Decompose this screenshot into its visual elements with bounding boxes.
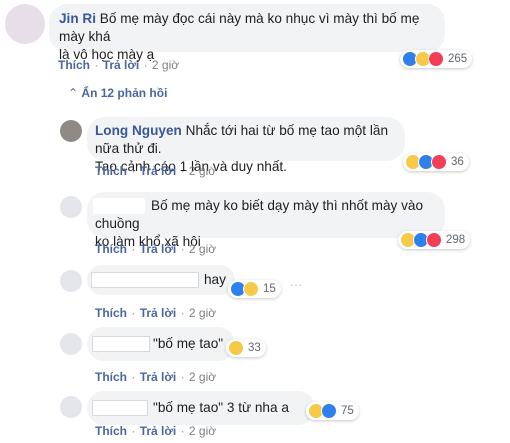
commenter-name[interactable]: Long Nguyen	[95, 123, 182, 138]
avatar[interactable]	[60, 333, 82, 355]
reply-link[interactable]: Trả lời	[103, 58, 140, 72]
like-link[interactable]: Thích	[95, 370, 127, 384]
avatar[interactable]	[60, 270, 82, 292]
reaction-summary[interactable]: 265	[400, 50, 473, 68]
comment-actions: Thích · Trả lời · 2 giờ	[95, 242, 217, 256]
haha-reaction-icon	[243, 281, 259, 297]
reply-link[interactable]: Trả lời	[140, 242, 177, 256]
like-link[interactable]: Thích	[95, 164, 127, 178]
timestamp[interactable]: 2 giờ	[189, 242, 216, 256]
comment-text: "bố mẹ tao"	[153, 336, 224, 351]
commenter-name[interactable]: Jin Ri	[59, 11, 96, 26]
avatar[interactable]	[5, 4, 45, 44]
avatar[interactable]	[60, 396, 82, 418]
reply-bubble: "bố mẹ tao" 3 từ nha a	[87, 391, 315, 425]
timestamp[interactable]: 2 giờ	[189, 370, 216, 384]
love-reaction-icon	[431, 154, 447, 170]
reaction-count: 33	[248, 342, 261, 354]
like-link[interactable]: Thích	[95, 424, 127, 438]
comment-bubble: Jin Ri Bố mẹ mày đọc cái này mà ko nhục …	[49, 4, 445, 62]
reaction-summary[interactable]: 75	[306, 402, 359, 420]
edit-options-icon[interactable]: ⋯	[290, 278, 302, 292]
reaction-summary[interactable]: 298	[398, 231, 471, 249]
timestamp[interactable]: 2 giờ	[189, 424, 216, 438]
like-link[interactable]: Thích	[58, 58, 90, 72]
timestamp[interactable]: 2 giờ	[189, 164, 216, 178]
reply-bubble: hay	[87, 265, 235, 295]
reply-bubble: Long Nguyen Nhắc tới hai từ bố mẹ tao mộ…	[87, 117, 405, 174]
redacted-name	[91, 272, 199, 288]
reaction-summary[interactable]: 36	[403, 153, 469, 171]
reaction-count: 36	[451, 156, 464, 168]
comment-actions: Thích · Trả lời · 2 giờ	[58, 58, 180, 72]
avatar[interactable]	[60, 120, 82, 142]
reply-link[interactable]: Trả lời	[140, 164, 177, 178]
redacted-name	[93, 198, 145, 214]
love-reaction-icon	[426, 232, 442, 248]
reaction-count: 15	[263, 283, 276, 295]
reaction-summary[interactable]: 15	[228, 280, 281, 298]
hide-replies-link[interactable]: ⌃ Ẩn 12 phản hồi	[68, 86, 167, 100]
reply-link[interactable]: Trả lời	[140, 306, 177, 320]
reaction-count: 75	[341, 405, 354, 417]
hide-replies-label: Ẩn 12 phản hồi	[81, 86, 168, 100]
comment-actions: Thích · Trả lời · 2 giờ	[95, 370, 217, 384]
reply-bubble: Bố mẹ mày ko biết dạy mày thì nhốt mày v…	[87, 192, 445, 249]
comment-text: hay	[204, 272, 226, 287]
comment-text: "bố mẹ tao" 3 từ nha a	[153, 400, 289, 415]
chevron-up-icon: ⌃	[68, 86, 79, 100]
comment-actions: Thích · Trả lời · 2 giờ	[95, 306, 217, 320]
comment-text: Bố mẹ mày đọc cái này mà ko nhục vì mày …	[59, 11, 420, 44]
comment-actions: Thích · Trả lời · 2 giờ	[95, 164, 217, 178]
redacted-name	[92, 336, 150, 352]
like-link[interactable]: Thích	[95, 242, 127, 256]
comment-actions: Thích · Trả lời · 2 giờ	[95, 424, 217, 438]
reaction-summary[interactable]: 33	[226, 339, 266, 357]
avatar[interactable]	[60, 196, 82, 218]
reaction-count: 265	[448, 53, 468, 65]
haha-reaction-icon	[228, 340, 244, 356]
timestamp[interactable]: 2 giờ	[189, 306, 216, 320]
timestamp[interactable]: 2 giờ	[152, 58, 179, 72]
love-reaction-icon	[428, 51, 444, 67]
reply-bubble: "bố mẹ tao"	[87, 327, 235, 361]
reply-link[interactable]: Trả lời	[140, 424, 177, 438]
like-link[interactable]: Thích	[95, 306, 127, 320]
reply-link[interactable]: Trả lời	[140, 370, 177, 384]
like-reaction-icon	[321, 403, 337, 419]
redacted-name	[92, 400, 148, 416]
reaction-count: 298	[446, 234, 466, 246]
